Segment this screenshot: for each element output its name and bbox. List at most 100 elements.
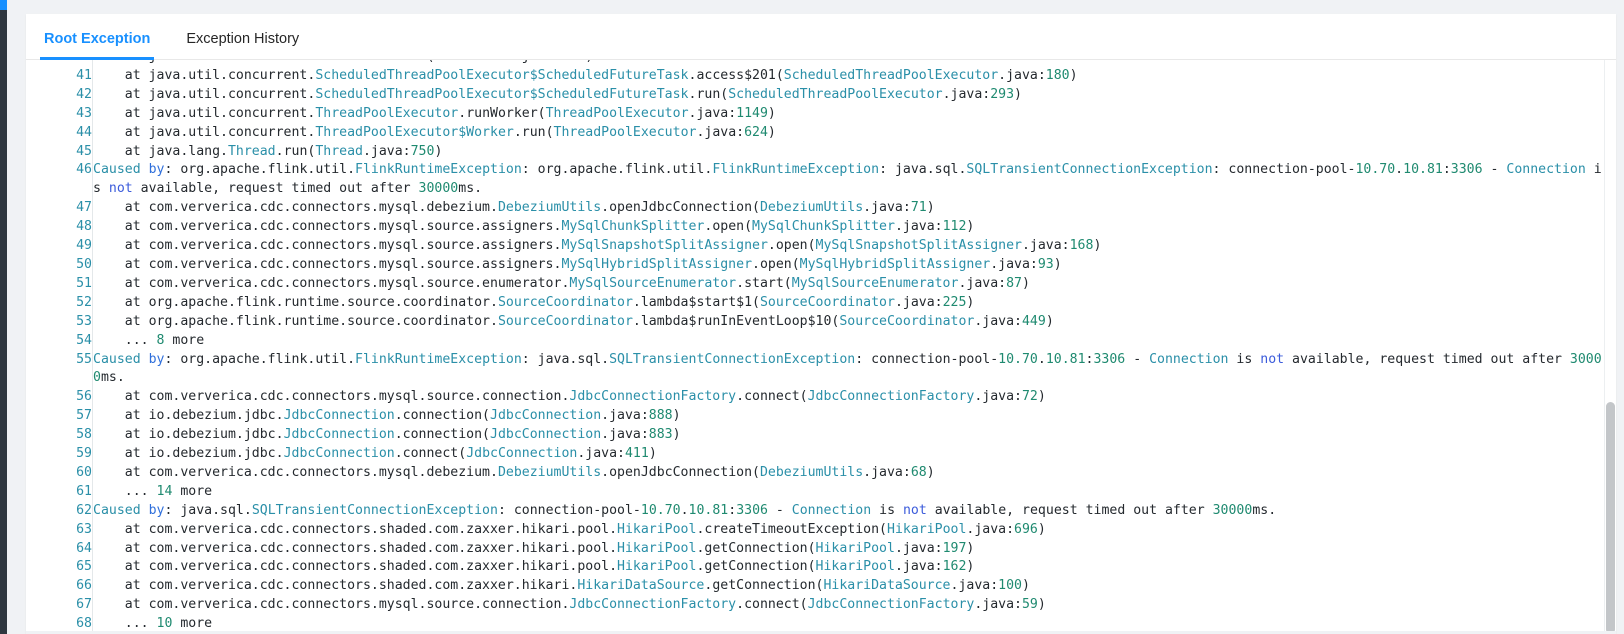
line-content[interactable]: at com.ververica.cdc.connectors.mysql.de… [93,199,1605,218]
token-plain: .java: [688,105,737,121]
token-teal: Caused [93,162,149,178]
stacktrace-line: 59 at io.debezium.jdbc.JdbcConnection.co… [26,445,1604,464]
tab-list: Root Exception Exception History [39,14,1616,60]
token-plain: ) [648,446,657,462]
line-content[interactable]: at java.util.concurrent.ThreadPoolExecut… [93,105,1605,124]
stacktrace-line: 48 at com.ververica.cdc.connectors.mysql… [26,218,1605,238]
line-content[interactable]: ... 8 more [93,332,1605,351]
token-plain: : connection-pool- [1212,162,1356,178]
line-content[interactable]: at com.ververica.cdc.connectors.shaded.c… [93,558,1605,577]
line-number: 40 [26,60,93,67]
stacktrace-line: 53 at org.apache.flink.runtime.source.co… [26,312,1605,332]
line-content[interactable]: at com.ververica.cdc.connectors.mysql.so… [93,388,1605,407]
line-content[interactable]: at java.util.concurrent.FutureTask.run(F… [93,60,1605,67]
token-plain: at java.util.concurrent. [93,60,316,64]
line-content[interactable]: Caused by: org.apache.flink.util.FlinkRu… [93,161,1605,199]
token-cls: ScheduledThreadPoolExecutor$ScheduledFut… [315,67,689,83]
token-cls: SourceCoordinator [839,313,975,329]
line-content[interactable]: at io.debezium.jdbc.JdbcConnection.conne… [93,426,1605,445]
token-blue: not [1260,351,1285,367]
line-content[interactable]: at java.util.concurrent.ThreadPoolExecut… [93,124,1605,143]
token-plain: .getConnection( [704,578,824,594]
token-num: 100 [998,578,1022,594]
line-content[interactable]: at com.ververica.cdc.connectors.shaded.c… [93,577,1605,596]
token-plain: at org.apache.flink.runtime.source.coord… [93,294,498,310]
token-num: 411 [624,446,649,462]
token-num: 449 [1021,313,1046,329]
line-content[interactable]: at org.apache.flink.runtime.source.coord… [93,294,1605,313]
token-plain: ) [1014,86,1022,102]
token-cls: SQLTransientConnectionException [251,502,498,518]
token-cls: FutureTask [434,60,513,64]
vertical-scrollbar-thumb[interactable] [1606,402,1615,634]
token-num: 30000 [1212,502,1253,518]
line-content[interactable]: at java.util.concurrent.ScheduledThreadP… [93,86,1605,105]
line-content[interactable]: at java.lang.Thread.run(Thread.java:750) [93,143,1605,162]
tab-root-exception[interactable]: Root Exception [39,31,155,60]
line-content[interactable]: at com.ververica.cdc.connectors.shaded.c… [93,540,1605,559]
token-plain: : org.apache.flink.util. [164,351,356,367]
tab-exception-history[interactable]: Exception History [184,31,301,60]
token-cls: JdbcConnection [490,427,602,443]
token-plain: : java.sql. [164,502,252,518]
token-num: 883 [648,427,673,443]
vertical-scrollbar[interactable] [1604,60,1616,634]
left-rail-accent [0,0,7,10]
token-cls: HikariDataSource [577,578,705,594]
stacktrace-line: 63 at com.ververica.cdc.connectors.shade… [26,520,1605,540]
stacktrace-line: 62 Caused by: java.sql.SQLTransientConnec… [26,501,1605,521]
stacktrace-line: 49 at com.ververica.cdc.connectors.mysql… [26,237,1604,256]
line-content[interactable]: at com.ververica.cdc.connectors.mysql.so… [93,275,1605,294]
token-plain: .open( [752,256,800,272]
stacktrace-viewer[interactable]: 40 at java.util.concurrent.FutureTask.ru… [26,60,1616,634]
token-num: 10.81 [1045,351,1086,367]
stacktrace-scroll-area[interactable]: 40 at java.util.concurrent.FutureTask.ru… [26,60,1604,634]
token-num: 10 [156,616,173,632]
line-number: 51 [26,274,93,294]
line-number: 55 [26,350,93,389]
line-content[interactable]: Caused by: org.apache.flink.util.FlinkRu… [93,351,1605,389]
token-plain: ) [1037,521,1046,537]
token-plain: .lambda$start$1( [632,294,760,310]
token-num: 93 [1037,256,1054,272]
token-plain: .connect( [736,389,808,405]
line-content[interactable]: at com.ververica.cdc.connectors.mysql.so… [93,256,1605,275]
line-content[interactable]: at com.ververica.cdc.connectors.shaded.c… [93,521,1605,540]
token-cls: MySqlSourceEnumerator [569,275,737,291]
token-cls: MySqlHybridSplitAssigner [561,256,753,272]
exception-panel: Root Exception Exception History 40 at ja… [26,14,1616,634]
token-plain: ) [585,60,593,64]
token-cls: Connection [791,502,872,518]
token-plain: .java: [942,86,991,102]
line-content[interactable]: at java.util.concurrent.ScheduledThreadP… [93,67,1605,86]
token-plain: at com.ververica.cdc.connectors.mysql.so… [93,256,562,272]
token-plain: ) [672,408,681,424]
stacktrace-line: 47 at com.ververica.cdc.connectors.mysql… [26,199,1605,219]
token-num: 168 [1069,238,1094,254]
token-plain: - [1125,351,1150,367]
line-content[interactable]: at com.ververica.cdc.connectors.mysql.de… [93,464,1605,483]
token-plain: .java: [974,389,1022,405]
line-content[interactable]: at org.apache.flink.runtime.source.coord… [93,313,1605,332]
line-number: 61 [26,482,93,502]
stacktrace-line: 51 at com.ververica.cdc.connectors.mysql… [26,274,1605,294]
token-num: 3306 [736,502,768,518]
line-content[interactable]: Caused by: java.sql.SQLTransientConnecti… [93,502,1605,521]
line-content[interactable]: at com.ververica.cdc.connectors.mysql.so… [93,218,1605,237]
line-content[interactable]: at com.ververica.cdc.connectors.mysql.so… [93,596,1605,615]
stacktrace-line: 58 at io.debezium.jdbc.JdbcConnection.co… [26,426,1605,446]
token-cls: FutureTask [315,60,394,64]
line-content[interactable]: ... 14 more [93,483,1605,502]
token-num: 68 [910,464,927,480]
token-plain: .java: [974,597,1022,613]
token-cls: SourceCoordinator [759,294,895,310]
line-number: 64 [26,539,93,559]
token-cls: HikariPool [815,540,895,556]
line-content[interactable]: at io.debezium.jdbc.JdbcConnection.conne… [93,407,1605,426]
token-plain: is [871,502,903,518]
line-content[interactable]: at com.ververica.cdc.connectors.mysql.so… [93,237,1605,256]
token-plain: : org.apache.flink.util. [164,162,356,178]
token-plain: ... [93,483,157,499]
line-content[interactable]: at io.debezium.jdbc.JdbcConnection.conne… [93,445,1605,464]
token-cls: DebeziumUtils [759,200,864,216]
